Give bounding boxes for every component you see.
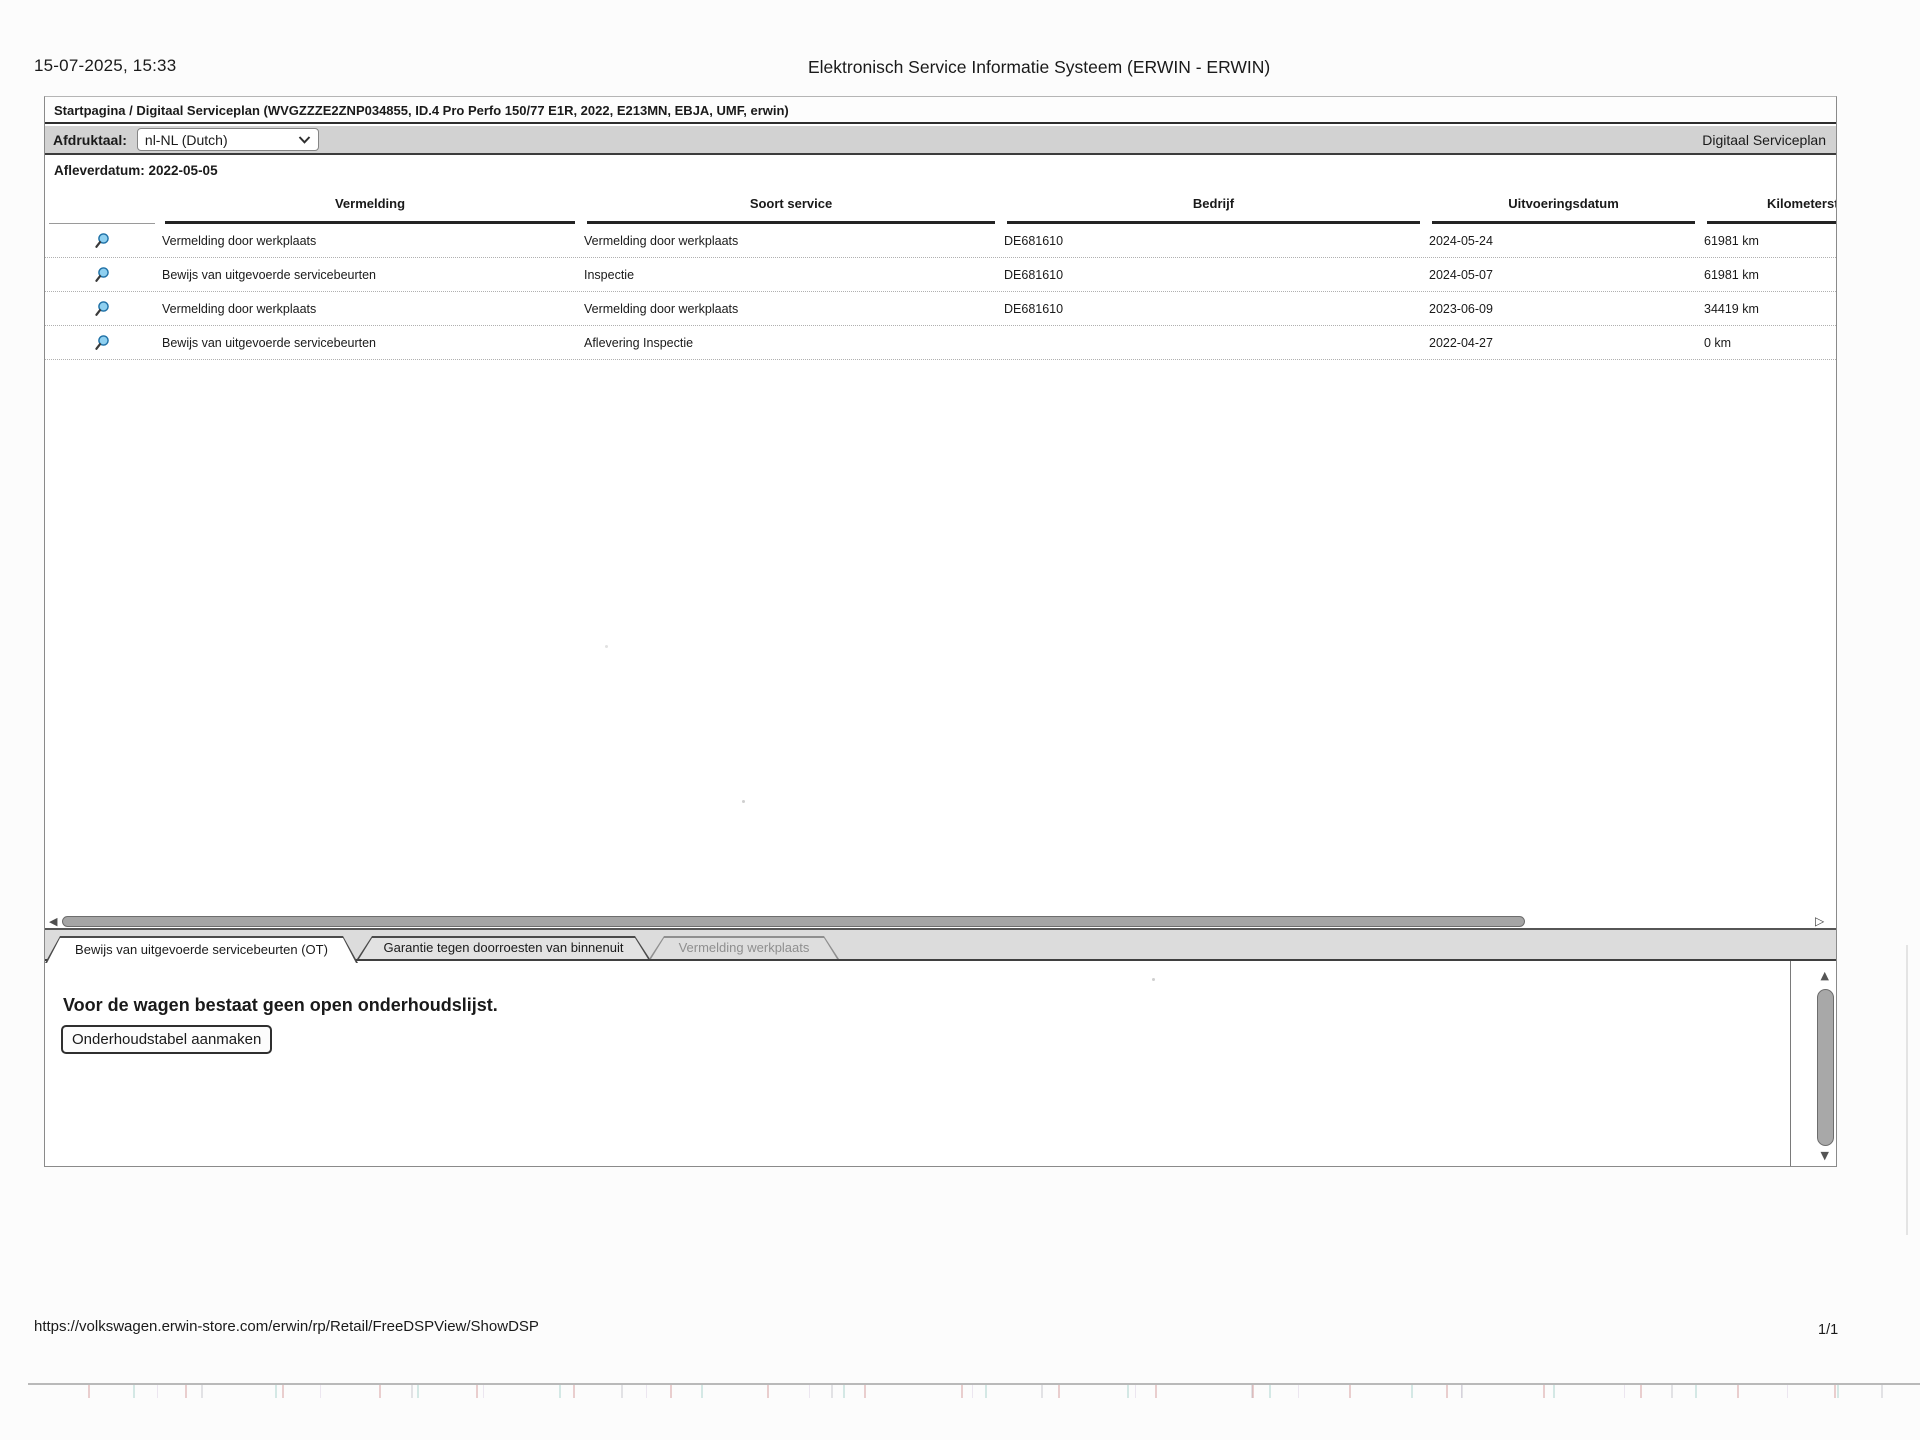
row-detail-button[interactable]: [45, 300, 159, 318]
column-header-vermelding: Vermelding: [159, 196, 581, 211]
cell-soort-service: Aflevering Inspectie: [581, 336, 1001, 350]
service-table-body: Vermelding door werkplaats Vermelding do…: [45, 224, 1836, 360]
language-select-value: nl-NL (Dutch): [145, 132, 228, 148]
cell-bedrijf: DE681610: [1001, 234, 1426, 248]
scroll-right-arrow-icon[interactable]: ▷: [1815, 914, 1824, 928]
horizontal-scrollbar-thumb[interactable]: [62, 916, 1525, 927]
cell-soort-service: Inspectie: [581, 268, 1001, 282]
create-maintenance-table-button[interactable]: Onderhoudstabel aanmaken: [61, 1025, 272, 1054]
cell-bedrijf: DE681610: [1001, 302, 1426, 316]
table-row: Vermelding door werkplaats Vermelding do…: [45, 292, 1836, 326]
scan-speck: [1152, 978, 1155, 981]
row-detail-button[interactable]: [45, 334, 159, 352]
print-footer-page-number: 1/1: [1818, 1322, 1838, 1338]
magnifier-icon: [94, 232, 111, 250]
print-footer-url: https://volkswagen.erwin-store.com/erwin…: [34, 1318, 539, 1335]
column-header-bedrijf: Bedrijf: [1001, 196, 1426, 211]
cell-vermelding: Bewijs van uitgevoerde servicebeurten: [159, 268, 581, 282]
scan-artifact-edge: [1906, 945, 1908, 1235]
tab-label: Bewijs van uitgevoerde servicebeurten (O…: [45, 936, 358, 963]
magnifier-icon: [94, 266, 111, 284]
print-datetime: 15-07-2025, 15:33: [34, 56, 176, 76]
cell-soort-service: Vermelding door werkplaats: [581, 234, 1001, 248]
cell-uitvoeringsdatum: 2022-04-27: [1426, 336, 1701, 350]
cell-bedrijf: DE681610: [1001, 268, 1426, 282]
cell-vermelding: Bewijs van uitgevoerde servicebeurten: [159, 336, 581, 350]
vertical-scrollbar-thumb[interactable]: [1817, 989, 1834, 1146]
cell-kilometerstand: 0 km: [1701, 336, 1836, 350]
table-row: Bewijs van uitgevoerde servicebeurten In…: [45, 258, 1836, 292]
scan-speck: [742, 800, 745, 803]
tab-garantie-doorroesten[interactable]: Garantie tegen doorroesten van binnenuit: [357, 936, 650, 959]
cell-kilometerstand: 61981 km: [1701, 268, 1836, 282]
scroll-up-arrow-icon[interactable]: ▲: [1821, 969, 1829, 982]
cell-kilometerstand: 61981 km: [1701, 234, 1836, 248]
table-row: Vermelding door werkplaats Vermelding do…: [45, 224, 1836, 258]
tab-bewijs-servicebeurten[interactable]: Bewijs van uitgevoerde servicebeurten (O…: [45, 936, 358, 963]
scroll-down-arrow-icon[interactable]: ▼: [1821, 1149, 1829, 1162]
tab-bar: Bewijs van uitgevoerde servicebeurten (O…: [45, 928, 1836, 961]
panel-divider: [1790, 961, 1791, 1167]
column-header-soort-service: Soort service: [581, 196, 1001, 211]
table-row: Bewijs van uitgevoerde servicebeurten Af…: [45, 326, 1836, 360]
scroll-left-arrow-icon[interactable]: ◀: [49, 915, 57, 928]
cell-vermelding: Vermelding door werkplaats: [159, 234, 581, 248]
tab-label: Vermelding werkplaats: [649, 936, 839, 959]
tab-vermelding-werkplaats[interactable]: Vermelding werkplaats: [649, 936, 839, 959]
plan-title: Digitaal Serviceplan: [1702, 132, 1828, 148]
cell-vermelding: Vermelding door werkplaats: [159, 302, 581, 316]
scan-speck: [605, 645, 608, 648]
breadcrumb[interactable]: Startpagina / Digitaal Serviceplan (WVGZ…: [45, 97, 1836, 124]
magnifier-icon: [94, 300, 111, 318]
language-label: Afdruktaal:: [53, 132, 127, 148]
cell-uitvoeringsdatum: 2023-06-09: [1426, 302, 1701, 316]
column-header-kilometerstand: Kilometerstand: [1767, 196, 1837, 211]
tab-label: Garantie tegen doorroesten van binnenuit: [357, 936, 650, 959]
print-title: Elektronisch Service Informatie Systeem …: [808, 57, 1270, 78]
print-toolbar: Afdruktaal: nl-NL (Dutch) Digitaal Servi…: [45, 126, 1836, 155]
cell-uitvoeringsdatum: 2024-05-24: [1426, 234, 1701, 248]
magnifier-icon: [94, 334, 111, 352]
row-detail-button[interactable]: [45, 232, 159, 250]
column-header-uitvoeringsdatum: Uitvoeringsdatum: [1426, 196, 1701, 211]
scan-artifact-ticks: [0, 1385, 1920, 1398]
no-open-maintenance-message: Voor de wagen bestaat geen open onderhou…: [63, 995, 498, 1016]
chevron-down-icon: [298, 136, 311, 144]
printed-page: 15-07-2025, 15:33 Elektronisch Service I…: [0, 0, 1920, 1440]
browser-page-frame: Startpagina / Digitaal Serviceplan (WVGZ…: [44, 96, 1837, 1167]
cell-soort-service: Vermelding door werkplaats: [581, 302, 1001, 316]
cell-kilometerstand: 34419 km: [1701, 302, 1836, 316]
row-detail-button[interactable]: [45, 266, 159, 284]
cell-uitvoeringsdatum: 2024-05-07: [1426, 268, 1701, 282]
language-select[interactable]: nl-NL (Dutch): [137, 128, 319, 151]
maintenance-panel: Voor de wagen bestaat geen open onderhou…: [45, 961, 1836, 1167]
delivery-date: Afleverdatum: 2022-05-05: [54, 163, 218, 178]
